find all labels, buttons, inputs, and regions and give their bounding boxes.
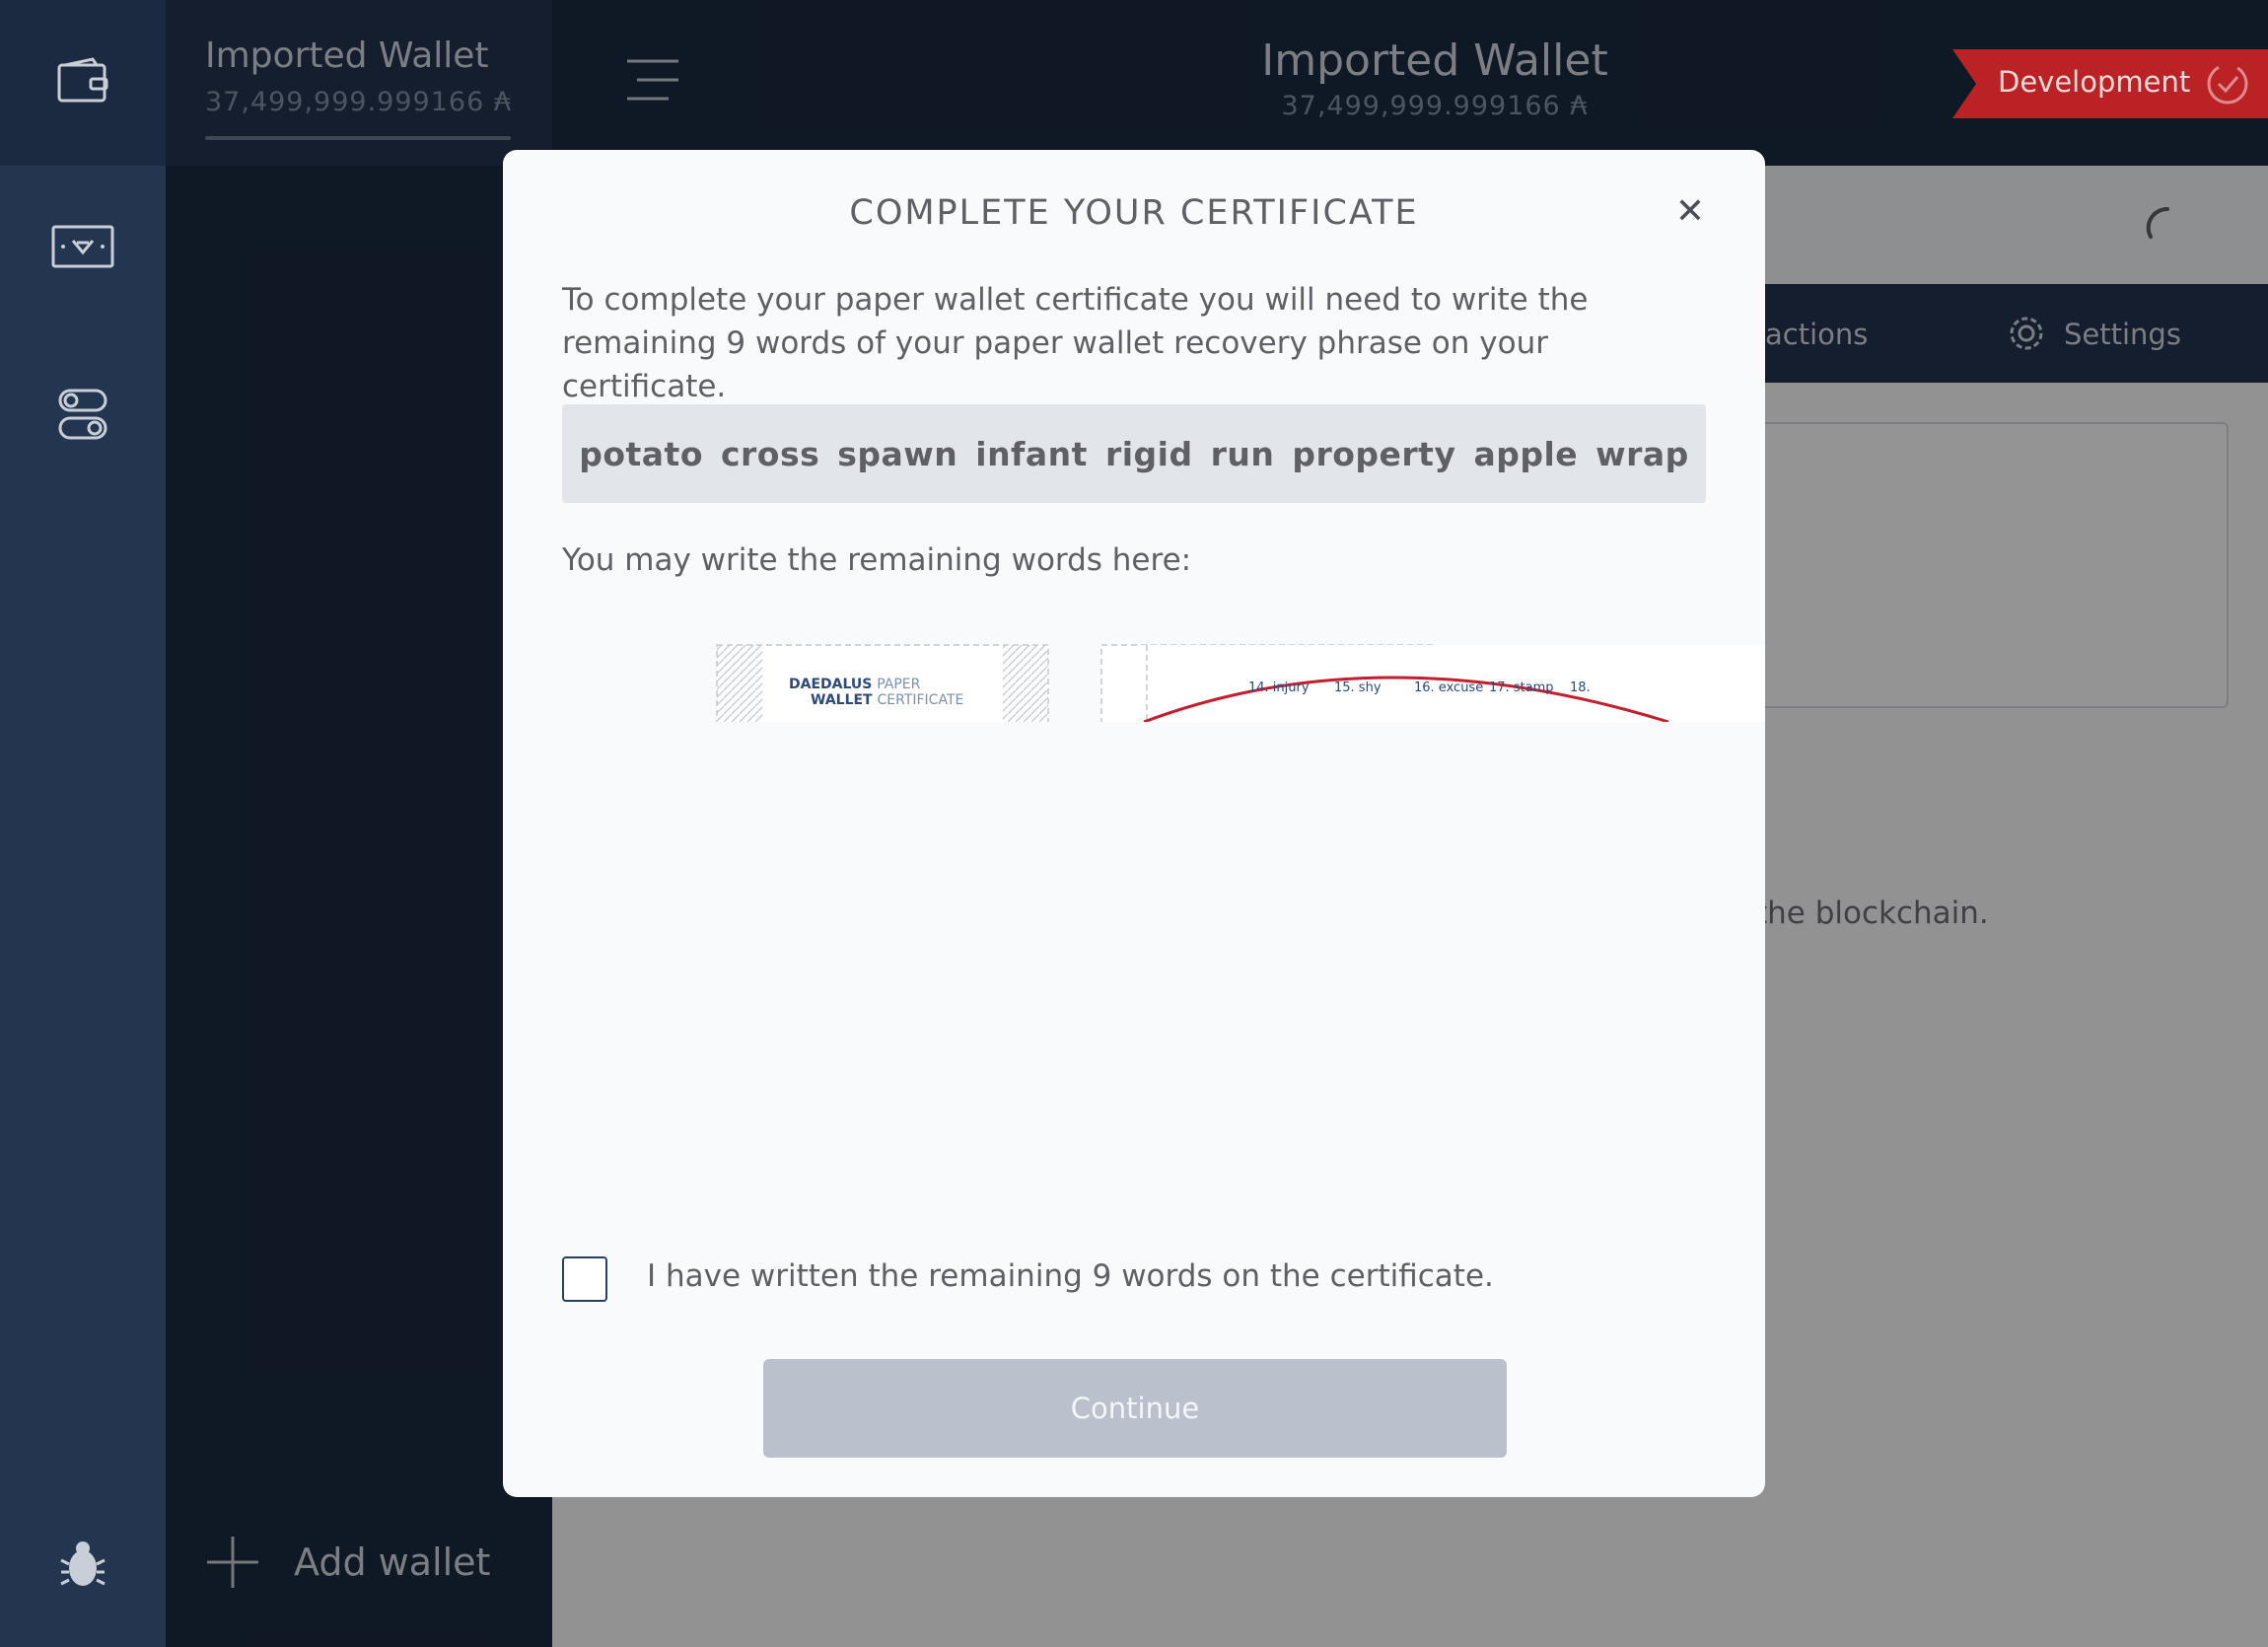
certificate-preview: DAEDALUS PAPER WALLET CERTIFICATE 14. in… <box>503 643 1765 722</box>
certificate-brand-certificate: CERTIFICATE <box>877 692 964 708</box>
environment-label: Development <box>1998 65 2191 99</box>
sync-check-icon <box>2207 63 2248 105</box>
certificate-word: 16. excuse <box>1414 680 1484 695</box>
certificate-word: 15. shy <box>1334 680 1382 695</box>
write-words-hint: You may write the remaining words here: <box>562 542 1192 578</box>
environment-badge: Development <box>1952 49 2268 118</box>
words-written-label[interactable]: I have written the remaining 9 words on … <box>647 1258 1494 1294</box>
settings-toggle-icon[interactable] <box>49 381 116 448</box>
dialog-title: COMPLETE YOUR CERTIFICATE <box>849 193 1419 233</box>
remaining-words-box: potato cross spawn infant rigid run prop… <box>562 404 1706 503</box>
certificate-brand: DAEDALUS PAPER WALLET CERTIFICATE <box>789 677 963 708</box>
bug-report-icon[interactable] <box>49 1531 116 1598</box>
ada-redemption-icon[interactable] <box>49 213 116 280</box>
certificate-brand-daedalus: DAEDALUS <box>789 677 873 692</box>
certificate-word: 17. stamp <box>1489 680 1554 695</box>
wallet-icon[interactable] <box>49 47 116 114</box>
icon-rail <box>0 0 166 1647</box>
dialog-instructions: To complete your paper wallet certificat… <box>562 282 1589 404</box>
words-written-checkbox[interactable] <box>562 1256 607 1302</box>
certificate-word: 18. <box>1570 680 1591 695</box>
certificate-brand-paper: PAPER <box>877 677 921 692</box>
certificate-word: 14. injury <box>1248 680 1310 695</box>
close-icon[interactable]: ✕ <box>1670 191 1710 232</box>
certificate-brand-wallet: WALLET <box>811 692 873 708</box>
complete-certificate-dialog: COMPLETE YOUR CERTIFICATE ✕ To complete … <box>503 150 1765 1497</box>
continue-button[interactable]: Continue <box>763 1359 1507 1458</box>
